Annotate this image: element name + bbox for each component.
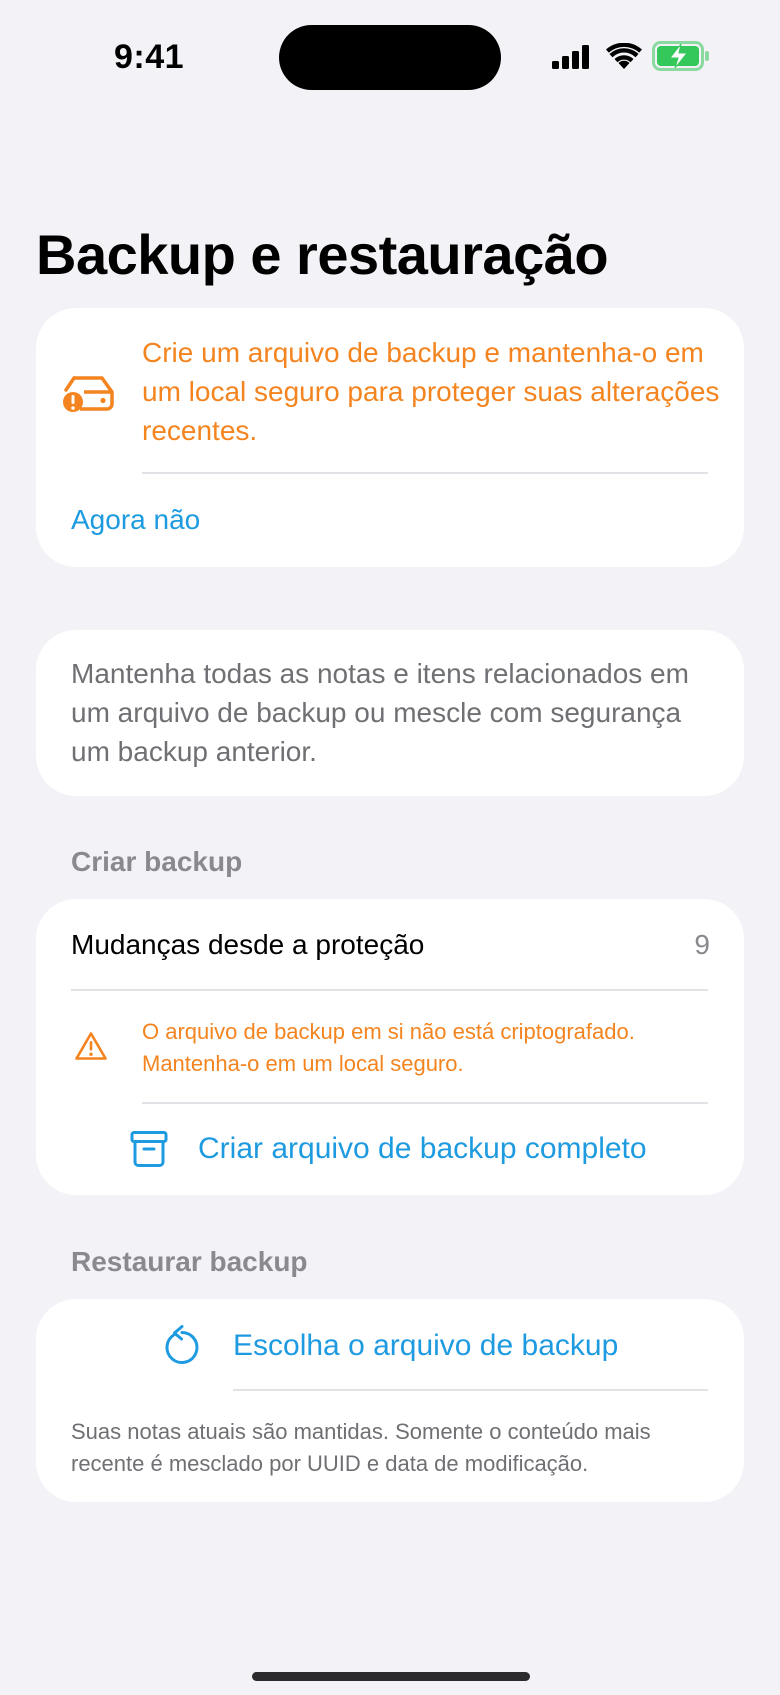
screen: 9:41 Backup e restauração Crie um arquiv…	[0, 0, 780, 1695]
backup-description: Mantenha todas as notas e itens relacion…	[71, 658, 689, 767]
encryption-warning: O arquivo de backup em si não está cript…	[142, 1019, 635, 1076]
choose-backup-file-label: Escolha o arquivo de backup	[233, 1329, 619, 1362]
wifi-icon	[606, 43, 642, 69]
backup-reminder-card: Crie um arquivo de backup e mantenha-o e…	[36, 308, 744, 567]
create-full-backup-label: Criar arquivo de backup completo	[198, 1132, 647, 1165]
divider	[233, 1389, 708, 1391]
cellular-signal-icon	[552, 45, 589, 69]
create-backup-section-label: Criar backup	[71, 846, 243, 877]
restore-arrow-icon	[165, 1325, 199, 1364]
archive-box-icon	[130, 1131, 168, 1167]
warning-triangle-icon	[75, 1032, 107, 1060]
restore-backup-card: Escolha o arquivo de backup Suas notas a…	[36, 1299, 744, 1502]
restore-note: Suas notas atuais são mantidas. Somente …	[71, 1419, 651, 1476]
dynamic-island	[279, 25, 501, 90]
page-title: Backup e restauração	[36, 223, 609, 286]
create-full-backup-button[interactable]: Criar arquivo de backup completo	[36, 1104, 744, 1195]
status-time: 9:41	[114, 38, 185, 76]
changes-count: 9	[694, 929, 710, 960]
not-now-button[interactable]: Agora não	[71, 504, 200, 536]
status-bar: 9:41	[0, 0, 780, 120]
home-indicator	[252, 1672, 530, 1681]
choose-backup-file-button[interactable]: Escolha o arquivo de backup	[36, 1299, 744, 1389]
backup-info-card: Mantenha todas as notas e itens relacion…	[36, 630, 744, 796]
battery-charging-icon	[652, 41, 709, 71]
restore-backup-section-label: Restaurar backup	[71, 1246, 308, 1277]
backup-reminder-message: Crie um arquivo de backup e mantenha-o e…	[142, 337, 720, 446]
changes-since-backup-label: Mudanças desde a proteção	[71, 929, 425, 960]
create-backup-card: Mudanças desde a proteção 9 O arquivo de…	[36, 899, 744, 1195]
divider	[71, 989, 708, 991]
drive-warning-icon	[63, 376, 114, 412]
divider	[142, 472, 708, 474]
